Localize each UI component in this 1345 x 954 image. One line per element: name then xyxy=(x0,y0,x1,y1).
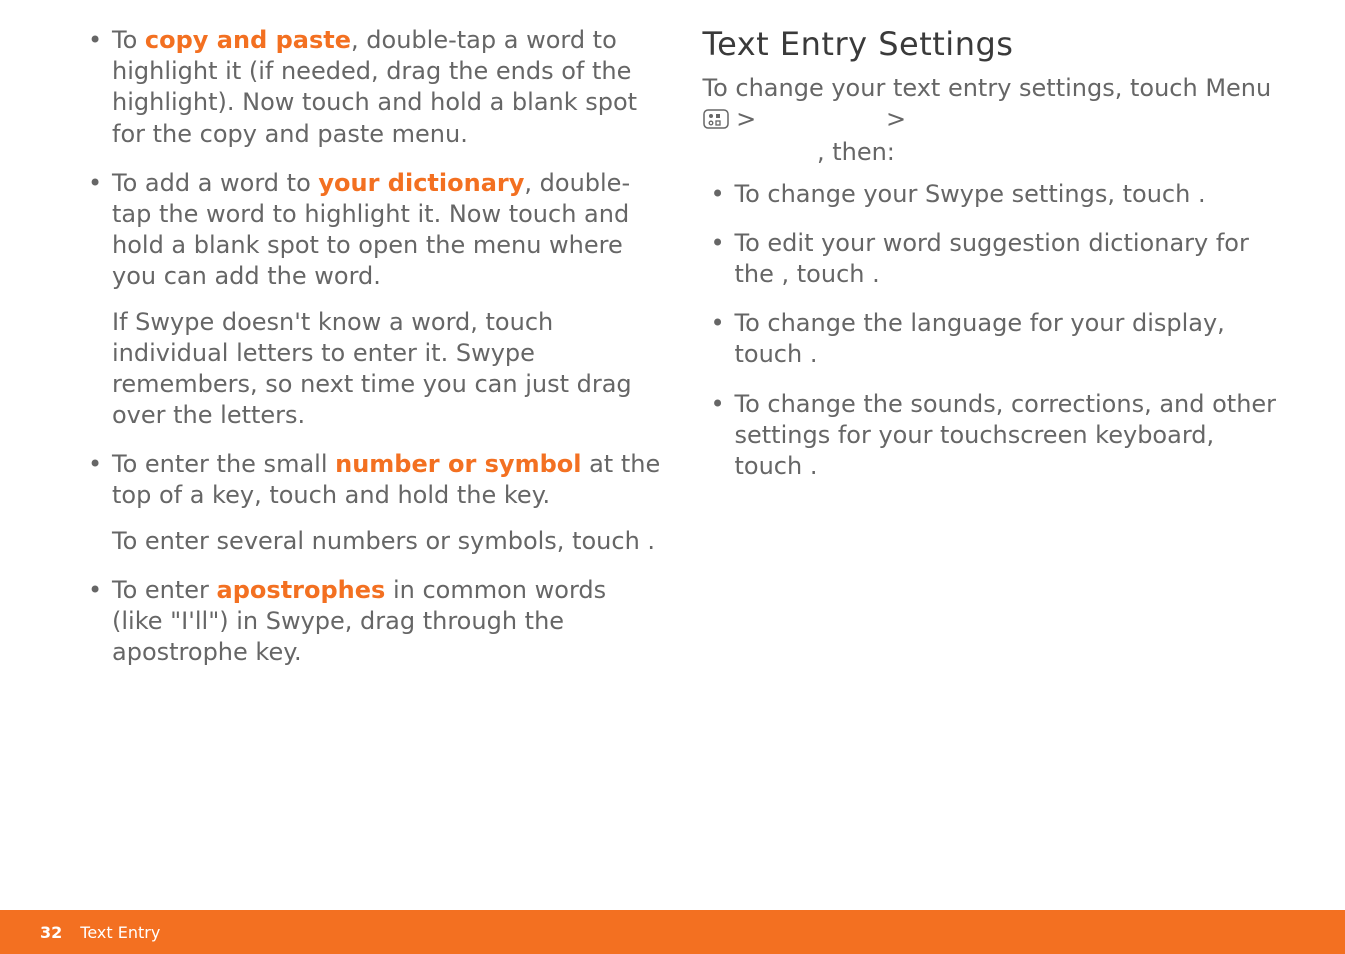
left-bullet-list: To copy and paste, double-tap a word to … xyxy=(80,25,663,668)
highlight: apostrophes xyxy=(217,576,386,604)
list-item: To enter the small number or symbol at t… xyxy=(80,449,663,557)
footer-section: Text Entry xyxy=(80,923,160,942)
path-sep-2: > xyxy=(878,105,906,133)
page: To copy and paste, double-tap a word to … xyxy=(0,0,1345,954)
left-column: To copy and paste, double-tap a word to … xyxy=(50,25,683,954)
list-item: To add a word to your dictionary, double… xyxy=(80,168,663,432)
text-pre: To add a word to xyxy=(112,169,318,197)
text-pre: To enter the small xyxy=(112,450,335,478)
list-item: To edit your word suggestion dictionary … xyxy=(703,228,1286,290)
highlight: your dictionary xyxy=(318,169,524,197)
list-item: To copy and paste, double-tap a word to … xyxy=(80,25,663,150)
follow-paragraph: If Swype doesn't know a word, touch indi… xyxy=(112,307,663,432)
menu-icon xyxy=(703,106,729,137)
highlight: number or symbol xyxy=(335,450,581,478)
path-sep-1: > xyxy=(729,105,764,133)
page-footer: 32 Text Entry xyxy=(0,910,1345,954)
list-item: To change the sounds, corrections, and o… xyxy=(703,389,1286,483)
section-heading: Text Entry Settings xyxy=(703,25,1286,63)
follow-paragraph: To enter several numbers or symbols, tou… xyxy=(112,526,663,557)
right-column: Text Entry Settings To change your text … xyxy=(683,25,1296,954)
right-bullet-list: To change your Swype settings, touch . T… xyxy=(703,179,1286,483)
list-item: To enter apostrophes in common words (li… xyxy=(80,575,663,669)
text-pre: To enter xyxy=(112,576,217,604)
list-item: To change your Swype settings, touch . xyxy=(703,179,1286,210)
lead-a: To change your text entry settings, touc… xyxy=(703,74,1272,102)
list-item: To change the language for your display,… xyxy=(703,308,1286,370)
path-placeholder-2 xyxy=(703,138,817,166)
highlight: copy and paste xyxy=(145,26,351,54)
path-placeholder-1 xyxy=(764,105,878,133)
lead-paragraph: To change your text entry settings, touc… xyxy=(703,73,1286,169)
page-number: 32 xyxy=(40,923,62,942)
lead-d: , then: xyxy=(817,138,895,166)
text-pre: To xyxy=(112,26,145,54)
